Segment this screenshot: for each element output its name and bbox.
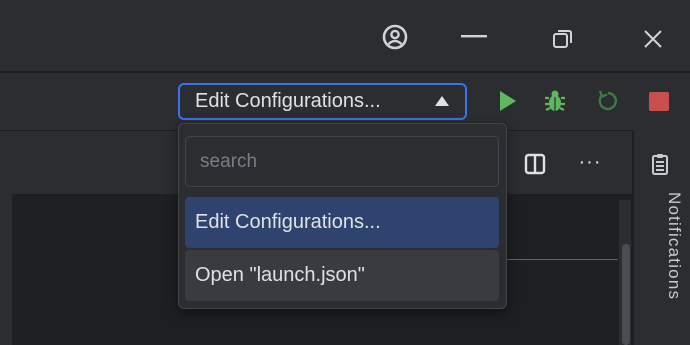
search-input[interactable]	[185, 136, 499, 187]
dropdown-item-label: Edit Configurations...	[195, 211, 381, 233]
account-circle-icon[interactable]	[380, 22, 410, 52]
dropdown-item-edit-configurations[interactable]: Edit Configurations...	[185, 197, 499, 248]
run-configuration-dropdown: Edit Configurations... Open "launch.json…	[178, 123, 507, 309]
run-configuration-label: Edit Configurations...	[195, 90, 381, 112]
run-configuration-selector[interactable]: Edit Configurations...	[178, 83, 467, 120]
close-icon[interactable]	[638, 24, 668, 54]
more-actions-label: ···	[578, 150, 602, 173]
split-vertical-icon[interactable]	[521, 150, 549, 178]
dropdown-item-open-launch-json[interactable]: Open "launch.json"	[185, 250, 499, 301]
title-bar	[0, 0, 690, 71]
bug-icon[interactable]	[541, 86, 569, 116]
restore-icon[interactable]	[548, 24, 578, 54]
play-icon[interactable]	[497, 89, 519, 113]
more-actions-icon[interactable]: ···	[572, 148, 608, 176]
caret-up-icon	[435, 96, 449, 106]
minimize-icon[interactable]	[456, 22, 492, 52]
editor-caret-line	[500, 259, 618, 260]
rerun-icon[interactable]	[594, 86, 622, 116]
notifications-tool-window-label[interactable]: Notifications	[644, 192, 684, 332]
dropdown-item-label: Open "launch.json"	[195, 264, 365, 286]
notifications-icon[interactable]	[648, 151, 672, 177]
scrollbar-thumb[interactable]	[622, 244, 630, 345]
editor-gutter	[0, 194, 12, 345]
stop-icon[interactable]	[649, 92, 669, 111]
